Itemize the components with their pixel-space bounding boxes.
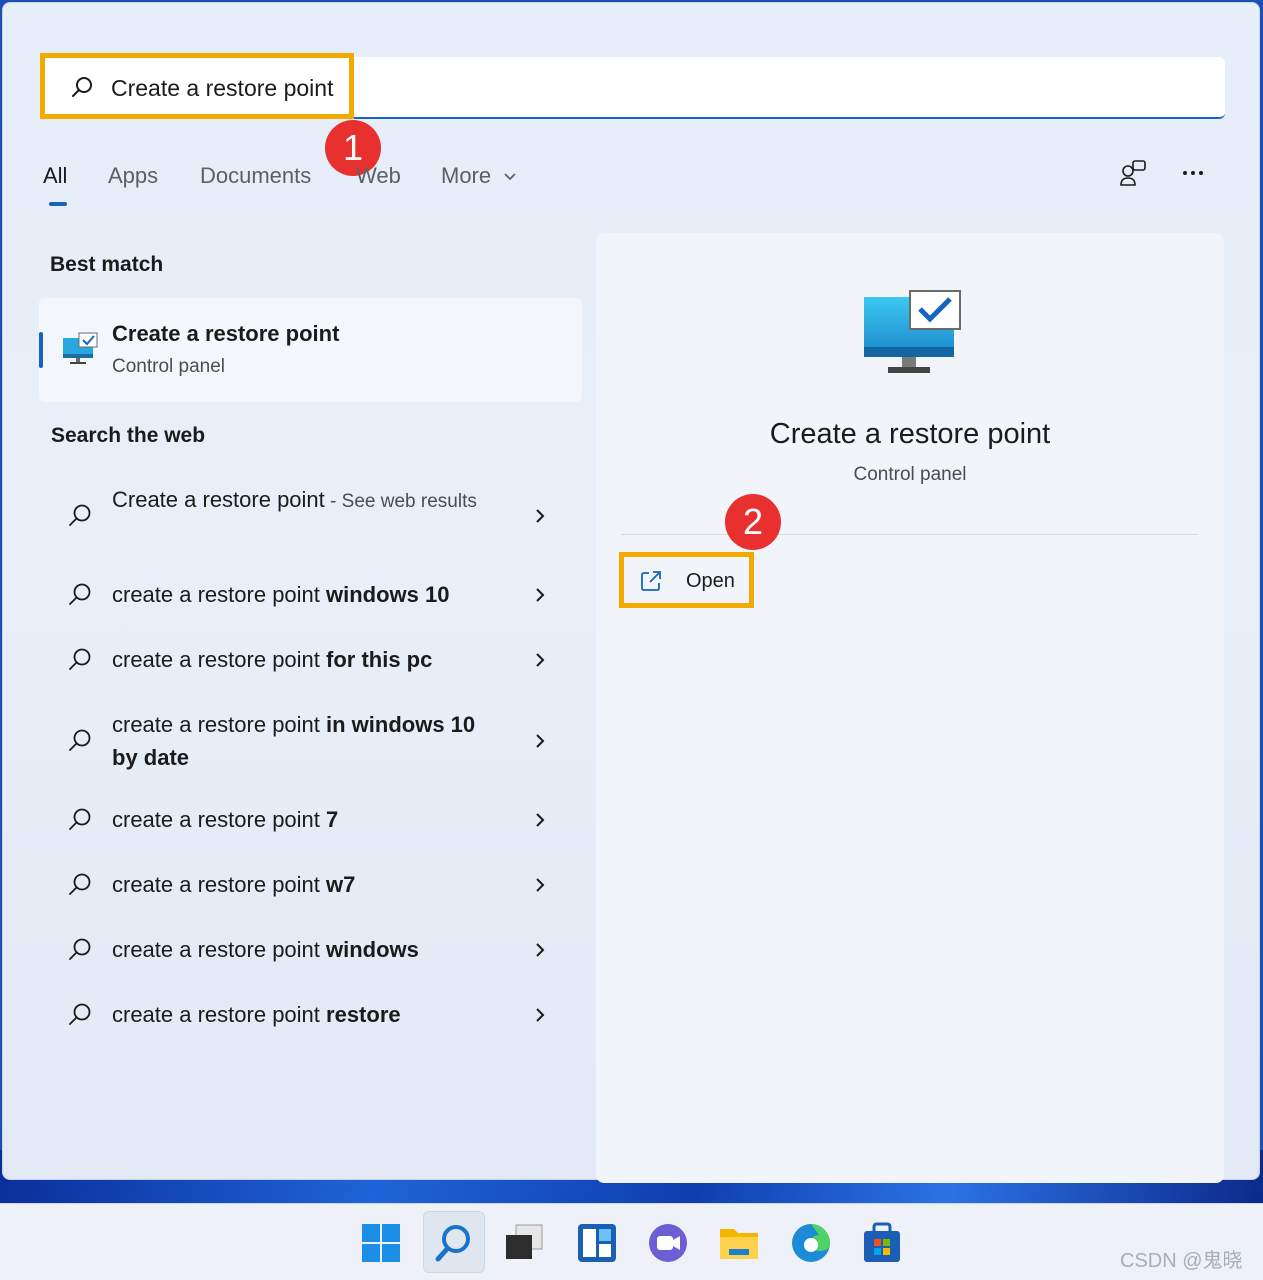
microsoft-store-icon[interactable] [860,1221,904,1265]
search-query: Create a restore point [111,75,334,101]
open-button[interactable]: Open [626,558,746,604]
chevron-right-icon [533,732,547,750]
web-result-label: Create a restore point - See web results [112,487,477,512]
tab-all[interactable]: All [43,163,67,189]
chevron-right-icon [533,651,547,669]
chevron-right-icon [533,586,547,604]
best-match-subtitle: Control panel [112,356,226,377]
chevron-right-icon [533,1006,547,1024]
watermark: CSDN @鬼晓 [1120,1250,1243,1272]
open-external-icon [640,570,662,592]
search-icon [432,1221,476,1265]
tab-documents[interactable]: Documents [200,163,311,189]
task-view-icon[interactable] [502,1221,546,1265]
web-result-label: create a restore point for this pc [112,647,433,672]
search-icon [67,872,93,898]
edge-browser-icon[interactable] [789,1221,833,1265]
selection-indicator [39,332,43,368]
search-icon [67,582,93,608]
web-result-item[interactable]: create a restore point windows 10 [63,578,563,611]
search-icon [67,1002,93,1028]
search-icon [67,503,93,529]
chevron-right-icon [533,507,547,525]
tab-more[interactable]: More [441,163,517,189]
best-match-title: Create a restore point [112,321,340,346]
web-result-label: create a restore point windows 10 [112,582,450,607]
callout-2: 2 [725,494,781,550]
search-icon [71,76,93,98]
detail-subtitle: Control panel [853,464,967,485]
tab-web[interactable]: Web [356,163,401,189]
detail-pane: Create a restore point Control panel Ope… [596,233,1224,1183]
search-icon [67,728,93,754]
system-restore-icon [862,289,962,379]
search-input[interactable]: Create a restore point [43,57,1225,119]
web-result-item[interactable]: create a restore point in windows 10 by … [63,708,563,774]
chevron-down-icon [504,173,516,181]
taskbar [0,1203,1263,1280]
search-icon [67,937,93,963]
system-restore-icon [61,332,99,366]
search-web-heading: Search the web [51,424,206,447]
web-result-item[interactable]: create a restore point restore [63,998,563,1031]
web-result-label: create a restore point 7 [112,807,339,832]
best-match-item[interactable]: Create a restore point Control panel [39,298,582,402]
web-result-item[interactable]: create a restore point w7 [63,868,563,901]
feedback-icon[interactable] [1118,158,1148,188]
web-result-label: create a restore point restore [112,1002,401,1027]
search-icon [67,807,93,833]
divider [621,534,1198,535]
chevron-right-icon [533,876,547,894]
web-result-item[interactable]: Create a restore point - See web results [63,483,563,549]
web-result-item[interactable]: create a restore point for this pc [63,643,563,676]
search-icon [67,647,93,673]
web-result-label: create a restore point in windows 10 by … [112,712,476,770]
open-button-label: Open [686,570,735,592]
more-options-icon[interactable] [1178,158,1208,188]
file-explorer-icon[interactable] [717,1221,761,1265]
web-result-label: create a restore point w7 [112,872,356,897]
windows-start-icon[interactable] [359,1221,403,1265]
detail-title: Create a restore point [769,418,1051,450]
best-match-heading: Best match [50,253,164,276]
tab-apps[interactable]: Apps [108,163,158,189]
active-tab-indicator [49,202,67,206]
widgets-icon[interactable] [575,1221,619,1265]
chevron-right-icon [533,811,547,829]
web-result-item[interactable]: create a restore point 7 [63,803,563,836]
web-result-label: create a restore point windows [112,937,419,962]
teams-chat-icon[interactable] [646,1221,690,1265]
start-search-panel: Create a restore point 1 All Apps Docume… [2,2,1260,1183]
chevron-right-icon [533,941,547,959]
web-result-item[interactable]: create a restore point windows [63,933,563,966]
tab-more-label: More [441,163,492,188]
